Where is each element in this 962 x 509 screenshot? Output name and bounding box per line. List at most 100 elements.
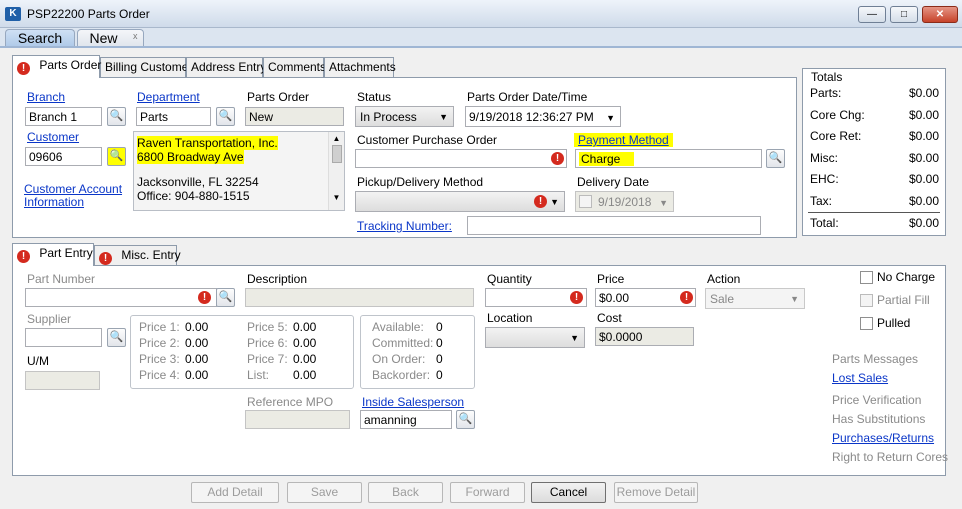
price-level-value: 0.00 xyxy=(185,368,209,382)
no-charge-checkbox[interactable] xyxy=(860,271,873,284)
address-line-1: Raven Transportation, Inc. xyxy=(137,136,278,150)
price-level-label: Price 4: xyxy=(139,368,180,382)
totals-row-value: $0.00 xyxy=(908,107,939,122)
scroll-thumb[interactable] xyxy=(331,145,342,163)
error-icon: ! xyxy=(17,250,30,263)
payment-method-link[interactable]: Payment Method xyxy=(574,133,673,147)
department-field[interactable]: Parts xyxy=(136,107,211,126)
address-line-3: Jacksonville, FL 32254 xyxy=(137,175,259,189)
tab-attachments[interactable]: Attachments xyxy=(324,57,396,78)
location-dropdown[interactable]: ▼ xyxy=(485,327,585,348)
price-level-value: 0.00 xyxy=(185,352,209,366)
price-level-label: Price 3: xyxy=(139,352,180,366)
price-level-label: Price 2: xyxy=(139,336,180,350)
department-link[interactable]: Department xyxy=(137,90,200,104)
lost-sales-link[interactable]: Lost Sales xyxy=(832,371,888,385)
supplier-field[interactable] xyxy=(25,328,102,347)
totals-row-label: Tax: xyxy=(810,193,833,208)
tab-comments[interactable]: Comments xyxy=(263,57,326,78)
inside-salesperson-field[interactable]: amanning xyxy=(360,410,452,429)
save-button[interactable]: Save xyxy=(287,482,362,503)
payment-lookup-icon[interactable]: 🔍 xyxy=(766,149,785,168)
restore-button[interactable]: □ xyxy=(890,6,918,23)
inside-salesperson-link[interactable]: Inside Salesperson xyxy=(362,395,464,409)
action-dropdown[interactable]: Sale ▼ xyxy=(705,288,805,309)
totals-row-value: $0.00 xyxy=(908,86,939,100)
error-icon: ! xyxy=(17,62,30,75)
partial-fill-checkbox[interactable] xyxy=(860,294,873,307)
tab-part-entry[interactable]: ! Part Entry xyxy=(12,243,94,266)
delivery-date-checkbox[interactable] xyxy=(579,195,592,208)
reference-mpo-label: Reference MPO xyxy=(247,395,334,409)
tracking-number-field[interactable] xyxy=(467,216,761,235)
branch-field[interactable]: Branch 1 xyxy=(25,107,102,126)
cancel-button[interactable]: Cancel xyxy=(531,482,606,503)
tracking-number-link[interactable]: Tracking Number: xyxy=(357,219,452,233)
supplier-label: Supplier xyxy=(27,312,72,326)
totals-row-label: EHC: xyxy=(810,172,839,186)
parts-order-label: Parts Order xyxy=(247,90,310,104)
delivery-date-field[interactable]: 9/19/2018 ▼ xyxy=(575,191,674,212)
totals-row-value: $0.00 xyxy=(908,150,939,165)
customer-account-link-line2[interactable]: Information xyxy=(24,195,84,209)
totals-divider xyxy=(808,212,940,213)
pulled-label: Pulled xyxy=(877,316,911,330)
chevron-down-icon: ▼ xyxy=(570,333,579,343)
customer-field[interactable]: 09606 xyxy=(25,147,102,166)
tab-misc-entry-label: Misc. Entry xyxy=(121,248,181,262)
chevron-down-icon: ▼ xyxy=(659,198,668,208)
purchases-returns-link[interactable]: Purchases/Returns xyxy=(832,431,934,445)
order-date-field[interactable]: 9/19/2018 12:36:27 PM ▼ xyxy=(465,106,621,127)
customer-lookup-icon[interactable]: 🔍 xyxy=(107,147,126,166)
totals-row-value: $0.00 xyxy=(908,193,939,208)
error-icon: ! xyxy=(198,291,211,304)
address-scrollbar[interactable]: ▲ ▼ xyxy=(328,132,344,210)
price-level-label: List: xyxy=(247,368,270,382)
customer-account-link[interactable]: Customer Account xyxy=(24,182,122,196)
minimize-button[interactable]: — xyxy=(858,6,886,23)
add-detail-button[interactable]: Add Detail xyxy=(191,482,279,503)
availability-value: 0 xyxy=(436,320,443,334)
remove-detail-button[interactable]: Remove Detail xyxy=(614,482,698,503)
tab-address-entry[interactable]: Address Entry xyxy=(186,57,266,78)
forward-button[interactable]: Forward xyxy=(450,482,525,503)
salesperson-lookup-icon[interactable]: 🔍 xyxy=(456,410,475,429)
price-level-value: 0.00 xyxy=(293,368,317,382)
cost-label: Cost xyxy=(597,311,622,325)
availability-label: Available: xyxy=(372,320,424,334)
availability-value: 0 xyxy=(436,336,443,350)
price-level-value: 0.00 xyxy=(293,320,317,334)
um-label: U/M xyxy=(27,354,49,368)
tab-new-label: New xyxy=(89,30,118,46)
back-button[interactable]: Back xyxy=(368,482,443,503)
close-button[interactable]: ✕ xyxy=(922,6,958,23)
tab-misc-entry[interactable]: ! Misc. Entry xyxy=(94,245,181,266)
tab-close-icon[interactable]: x xyxy=(133,31,138,41)
tab-parts-order-label: Parts Order xyxy=(39,58,102,72)
customer-po-field[interactable] xyxy=(355,149,567,168)
cost-field: $0.0000 xyxy=(595,327,694,346)
part-lookup-icon[interactable]: 🔍 xyxy=(216,288,235,307)
totals-row-value: $0.00 xyxy=(908,129,939,143)
part-number-field[interactable] xyxy=(25,288,217,307)
scroll-up-icon[interactable]: ▲ xyxy=(329,134,344,143)
tab-search[interactable]: Search xyxy=(5,29,75,47)
branch-link[interactable]: Branch xyxy=(27,90,65,104)
supplier-lookup-icon[interactable]: 🔍 xyxy=(107,328,126,347)
scroll-down-icon[interactable]: ▼ xyxy=(329,193,344,202)
customer-link[interactable]: Customer xyxy=(27,130,79,144)
part-number-label: Part Number xyxy=(27,272,96,286)
tab-billing-customer[interactable]: Billing Customer xyxy=(100,57,192,78)
price-level-value: 0.00 xyxy=(293,336,317,350)
status-dropdown[interactable]: In Process ▼ xyxy=(355,106,454,127)
price-label: Price xyxy=(597,272,625,286)
payment-method-field[interactable]: Charge xyxy=(575,149,762,168)
department-lookup-icon[interactable]: 🔍 xyxy=(216,107,235,126)
pulled-checkbox[interactable] xyxy=(860,317,873,330)
error-icon: ! xyxy=(570,291,583,304)
price-level-value: 0.00 xyxy=(185,320,209,334)
branch-lookup-icon[interactable]: 🔍 xyxy=(107,107,126,126)
price-level-label: Price 7: xyxy=(247,352,288,366)
tab-parts-order[interactable]: ! Parts Order xyxy=(12,55,102,78)
no-charge-label: No Charge xyxy=(877,270,936,284)
